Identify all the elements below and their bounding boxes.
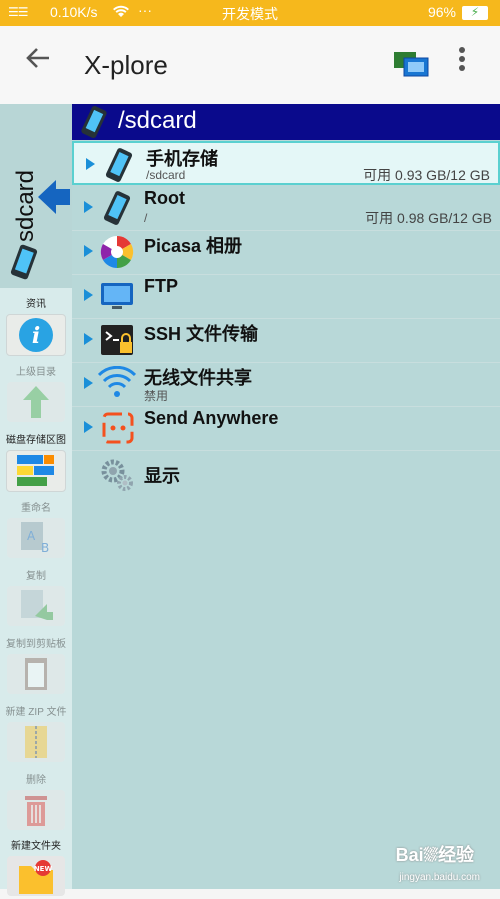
overflow-menu-icon[interactable] — [458, 46, 466, 77]
tool-delete-label: 删除 — [26, 775, 46, 786]
phone-icon — [105, 148, 133, 182]
phone-icon — [81, 106, 107, 138]
developer-mode-label: 开发模式 — [222, 6, 278, 22]
trash-icon — [7, 790, 65, 830]
expand-arrow-icon[interactable] — [84, 377, 93, 389]
phone-icon — [103, 191, 131, 225]
list-item-internal-storage[interactable]: 手机存储 /sdcard 可用 0.93 GB/12 GB — [72, 141, 500, 185]
list-item-ftp[interactable]: FTP — [72, 274, 500, 319]
list-item-display[interactable]: 显示 — [72, 452, 500, 496]
tool-rename[interactable]: 重命名 AB — [4, 502, 68, 558]
tool-new-zip-label: 新建 ZIP 文件 — [5, 707, 67, 718]
expand-arrow-icon[interactable] — [84, 245, 93, 257]
tool-disk-map-label: 磁盘存储区图 — [6, 435, 66, 446]
expand-arrow-icon[interactable] — [84, 421, 93, 433]
app-title: X-plore — [84, 50, 168, 80]
expand-arrow-icon[interactable] — [84, 333, 93, 345]
tool-info[interactable]: 资讯 i — [4, 298, 68, 356]
battery-icon: ⚡ — [462, 5, 488, 20]
svg-text:NEW: NEW — [34, 865, 53, 873]
tool-copy-clipboard[interactable]: 复制到剪贴板 — [4, 638, 68, 694]
list-item-root[interactable]: Root / 可用 0.98 GB/12 GB — [72, 186, 500, 231]
zip-icon — [7, 722, 65, 762]
expand-arrow-icon[interactable] — [84, 289, 93, 301]
tool-copy[interactable]: 复制 — [4, 570, 68, 626]
entry-subtitle: / — [144, 211, 148, 225]
info-icon: i — [6, 314, 66, 356]
svg-text:A: A — [27, 529, 36, 543]
phone-icon — [10, 244, 38, 280]
current-path: /sdcard — [118, 107, 197, 134]
tool-delete[interactable]: 删除 — [4, 774, 68, 830]
list-item-picasa[interactable]: Picasa 相册 — [72, 230, 500, 275]
entry-name: FTP — [144, 276, 178, 296]
svg-text:i: i — [32, 323, 40, 349]
rename-icon: AB — [7, 518, 65, 558]
entry-subtitle: /sdcard — [146, 168, 186, 182]
entry-free-space: 可用 0.98 GB/12 GB — [365, 210, 492, 226]
entry-free-space: 可用 0.93 GB/12 GB — [363, 167, 490, 183]
wifi-icon — [98, 366, 136, 397]
entry-name: 显示 — [144, 466, 180, 486]
tool-info-label: 资讯 — [26, 299, 46, 310]
entry-name: Send Anywhere — [144, 408, 279, 428]
tool-parent-dir[interactable]: 上级目录 — [4, 366, 68, 422]
list-item-wifi-share[interactable]: 无线文件共享 禁用 — [72, 362, 500, 407]
tool-copy-label: 复制 — [26, 571, 46, 582]
gears-icon — [101, 459, 133, 491]
tool-new-folder-label: 新建文件夹 — [11, 841, 61, 852]
up-arrow-icon — [7, 382, 65, 422]
path-bar[interactable]: /sdcard — [72, 104, 500, 140]
baidu-watermark-url: jingyan.baidu.com — [399, 872, 480, 883]
tool-disk-map[interactable]: 磁盘存储区图 — [4, 434, 68, 492]
pane-tab-sdcard[interactable]: sdcard — [0, 104, 72, 288]
file-browser-pane: /sdcard 手机存储 /sdcard 可用 0.93 GB/12 GB Ro… — [72, 104, 500, 889]
list-item-send-anywhere[interactable]: Send Anywhere — [72, 406, 500, 451]
dual-pane-icon[interactable] — [392, 50, 430, 80]
tool-rename-label: 重命名 — [21, 503, 51, 514]
list-item-ssh[interactable]: SSH 文件传输 — [72, 318, 500, 363]
entry-subtitle: 禁用 — [144, 389, 169, 403]
entry-name: SSH 文件传输 — [144, 324, 259, 344]
picasa-icon — [100, 235, 134, 269]
back-arrow-icon[interactable] — [24, 44, 52, 80]
send-anywhere-icon — [102, 412, 134, 444]
tool-parent-dir-label: 上级目录 — [16, 367, 56, 378]
terminal-lock-icon — [101, 325, 133, 355]
svg-text:B: B — [41, 541, 49, 555]
copy-icon — [7, 586, 65, 626]
left-toolbar: sdcard 资讯 i 上级目录 磁盘存储区图 重命名 A B 复制 复制到剪贴… — [0, 104, 72, 896]
status-bar: ☰☰ 0.10K/s ··· 开发模式 96% ⚡ — [0, 0, 500, 26]
baidu-watermark: Bai⛆经验 — [395, 845, 474, 865]
tool-new-zip[interactable]: 新建 ZIP 文件 — [4, 706, 68, 762]
disk-map-icon — [6, 450, 66, 492]
entry-name: Root — [144, 188, 185, 208]
clipboard-icon — [7, 654, 65, 694]
tool-new-folder[interactable]: 新建文件夹 NEW — [4, 840, 68, 896]
pane-arrow-icon — [38, 180, 70, 214]
app-bar: X-plore — [0, 26, 500, 105]
entry-name: Picasa 相册 — [144, 236, 243, 256]
monitor-icon — [101, 283, 133, 309]
tool-copy-clipboard-label: 复制到剪贴板 — [6, 639, 66, 650]
battery-percent: 96% — [427, 4, 456, 20]
expand-arrow-icon[interactable] — [84, 201, 93, 213]
expand-arrow-icon[interactable] — [86, 158, 95, 170]
new-folder-icon: NEW — [7, 856, 65, 896]
